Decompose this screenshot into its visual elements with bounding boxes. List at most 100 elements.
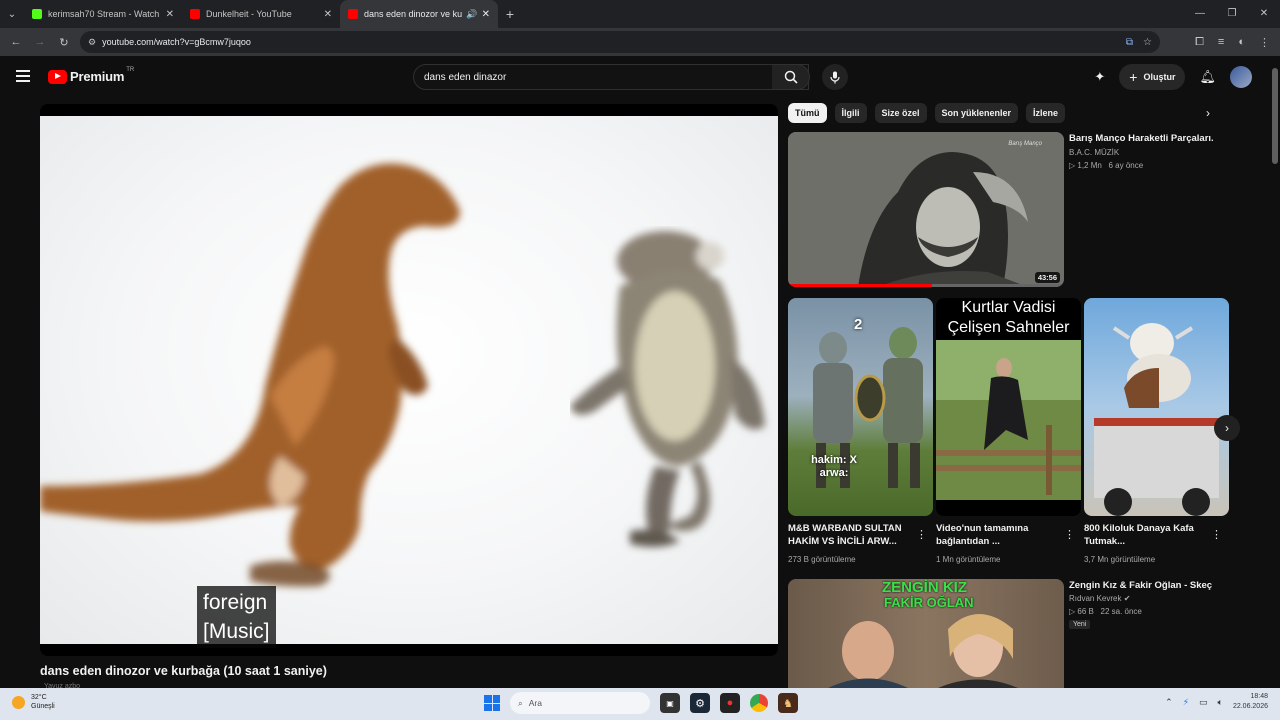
bull-illustration	[1094, 323, 1219, 516]
caption-line-1: foreign	[203, 591, 268, 614]
chip-recent[interactable]: Son yüklenenler	[934, 103, 1019, 123]
bookmark-star-icon[interactable]: ☆	[1143, 37, 1152, 48]
restore-icon[interactable]: ❐	[1216, 0, 1248, 28]
search-icon: ⌕	[518, 697, 523, 708]
steam-icon[interactable]: ⚙	[690, 693, 710, 713]
more-options-icon[interactable]: ⋮	[1064, 528, 1075, 541]
page-scrollbar[interactable]	[1270, 56, 1280, 688]
chip-watched[interactable]: İzlene	[1026, 103, 1066, 123]
shelf-title-1[interactable]: M&B WARBAND SULTAN HAKİM VS İNCİLİ ARW..…	[788, 522, 910, 548]
new-badge: Yeni	[1069, 620, 1091, 629]
plus-icon: +	[1129, 69, 1138, 85]
chip-for-you[interactable]: Size özel	[874, 103, 927, 123]
thumbnail-caption: hakim: X arwa:	[811, 454, 857, 479]
hamburger-menu-icon[interactable]	[16, 70, 30, 82]
thumbnail-headline: Kurtlar Vadisi Çelişen Sahneler	[947, 299, 1070, 336]
translate-icon[interactable]: ⧉	[1126, 37, 1133, 48]
close-window-icon[interactable]: ✕	[1248, 0, 1280, 28]
chip-all[interactable]: Tümü	[788, 103, 827, 123]
close-tab-icon[interactable]: ✕	[324, 9, 332, 20]
site-info-icon[interactable]: ⚙	[88, 37, 96, 48]
shelf-next-button[interactable]: ›	[1214, 415, 1240, 441]
profile-icon[interactable]: ◐	[1238, 36, 1245, 48]
watch-progress	[788, 284, 1064, 287]
create-label: Oluştur	[1143, 72, 1176, 82]
clock[interactable]: 18:48 22.06.2026	[1233, 692, 1268, 712]
youtube-play-logo-icon	[48, 69, 67, 84]
suggestion-title-2[interactable]: Zengin Kız & Fakir Oğlan - Skeç	[1069, 579, 1239, 592]
network-icon[interactable]: ▭	[1199, 697, 1208, 708]
browser-tab-2[interactable]: Dunkelheit - YouTube ✕	[182, 0, 340, 28]
time: 18:48	[1250, 693, 1268, 700]
video-player[interactable]: foreign [Music]	[40, 104, 778, 656]
chevron-right-icon[interactable]: ›	[1206, 106, 1210, 120]
shelf-thumbnail-1[interactable]: 2 hakim: X arwa:	[788, 298, 933, 516]
taskbar-search[interactable]: ⌕ Ara	[510, 692, 650, 714]
shelf-title-3[interactable]: 800 Kiloluk Danaya Kafa Tutmak...	[1084, 522, 1206, 548]
tab-title: dans eden dinozor ve kurba	[364, 9, 463, 19]
suggestion-stats-1: ▷ 1,2 Mn 6 ay önce	[1069, 161, 1144, 170]
more-options-icon[interactable]: ⋮	[1211, 528, 1222, 541]
tray-app-icon[interactable]: ⚡	[1183, 697, 1189, 708]
suggestion-thumbnail-2[interactable]: ZENGİN KIZ FAKİR OĞLAN	[788, 579, 1064, 688]
thumbnail-overlay-text: Barış Manço	[1008, 141, 1042, 147]
weather-condition: Güneşli	[31, 703, 55, 710]
task-view-icon[interactable]: ▣	[660, 693, 680, 713]
tab-title: kerimsah70 Stream - Watch Liv	[48, 9, 162, 19]
show-hidden-icons-icon[interactable]: ⌃	[1165, 697, 1173, 708]
youtube-premium-logo[interactable]: Premium TR	[48, 67, 134, 84]
suggestion-channel-1[interactable]: B.A.C. MÜZİK	[1069, 147, 1119, 159]
speaker-icon[interactable]: 🔊	[466, 9, 477, 20]
browser-tab-1[interactable]: kerimsah70 Stream - Watch Liv ✕	[24, 0, 182, 28]
chrome-icon[interactable]	[750, 694, 768, 712]
browser-tab-3[interactable]: dans eden dinozor ve kurba 🔊 ✕	[340, 0, 498, 28]
channel-name-text: Rıdvan Kevrek	[1069, 594, 1122, 603]
extension-puzzle-icon[interactable]: ✦	[1094, 69, 1105, 85]
forward-icon[interactable]: →	[28, 36, 52, 48]
game-app-icon[interactable]: ♞	[778, 693, 798, 713]
create-button[interactable]: + Oluştur	[1119, 64, 1186, 90]
shelf-thumbnail-3[interactable]	[1084, 298, 1229, 516]
video-frame[interactable]	[40, 116, 778, 644]
weather-widget[interactable]: 32°C Güneşli	[12, 693, 55, 711]
extensions-icon[interactable]: ⧠	[1195, 36, 1204, 49]
minimize-icon[interactable]: —	[1184, 0, 1216, 28]
more-options-icon[interactable]: ⋮	[916, 528, 927, 541]
search-value: dans eden dinazor	[424, 71, 507, 83]
shelf-views-3: 3,7 Mn görüntüleme	[1084, 555, 1156, 564]
avatar[interactable]	[1230, 66, 1252, 88]
windows-start-icon[interactable]	[484, 695, 500, 711]
shelf-title-2[interactable]: Video'nun tamamına bağlantıdan ...	[936, 522, 1058, 548]
tab-search-icon[interactable]: ⌄	[0, 0, 24, 28]
omnibox[interactable]: ⚙ youtube.com/watch?v=gBcmw7juqoo ⧉ ☆	[80, 31, 1160, 53]
search-button[interactable]	[772, 64, 810, 90]
suggestion-title-1[interactable]: Barış Manço Haraketli Parçaları.	[1069, 132, 1239, 145]
filter-chips: Tümü İlgili Size özel Son yüklenenler İz…	[788, 103, 1228, 123]
notifications-bell-icon[interactable]: 🔔︎	[1199, 69, 1216, 85]
sun-icon	[12, 695, 25, 709]
close-tab-icon[interactable]: ✕	[166, 9, 174, 20]
caption-line-2: [Music]	[203, 620, 270, 643]
voice-search-button[interactable]	[822, 64, 848, 90]
new-tab-button[interactable]: +	[498, 6, 522, 22]
close-tab-icon[interactable]: ✕	[482, 9, 490, 20]
browser-menu-icon[interactable]: ⋮	[1259, 36, 1270, 49]
dinosaur-figure	[40, 163, 460, 587]
suggestion-channel-2[interactable]: Rıdvan Kevrek ✔	[1069, 593, 1130, 605]
url-text: youtube.com/watch?v=gBcmw7juqoo	[102, 37, 251, 47]
search-input[interactable]: dans eden dinazor ✕	[413, 64, 809, 90]
suggestion-stats-2: ▷ 66 B 22 sa. önce	[1069, 607, 1142, 616]
volume-icon[interactable]: 🔈︎	[1218, 697, 1223, 708]
reload-icon[interactable]: ↻	[52, 36, 76, 49]
shelf-views-2: 1 Mn görüntüleme	[936, 555, 1001, 564]
header-actions: ✦ + Oluştur 🔔︎	[1094, 64, 1252, 90]
chip-related[interactable]: İlgili	[834, 103, 867, 123]
app-icon[interactable]: ●	[720, 693, 740, 713]
youtube-favicon-icon	[190, 9, 200, 19]
shelf-thumbnail-2[interactable]: Kurtlar Vadisi Çelişen Sahneler	[936, 298, 1081, 516]
scrollbar-thumb[interactable]	[1272, 68, 1278, 164]
reading-list-icon[interactable]: ≡	[1218, 36, 1224, 48]
back-icon[interactable]: ←	[4, 36, 28, 48]
suggestion-thumbnail-1[interactable]: Barış Manço 43:56	[788, 132, 1064, 287]
youtube-favicon-icon	[348, 9, 358, 19]
